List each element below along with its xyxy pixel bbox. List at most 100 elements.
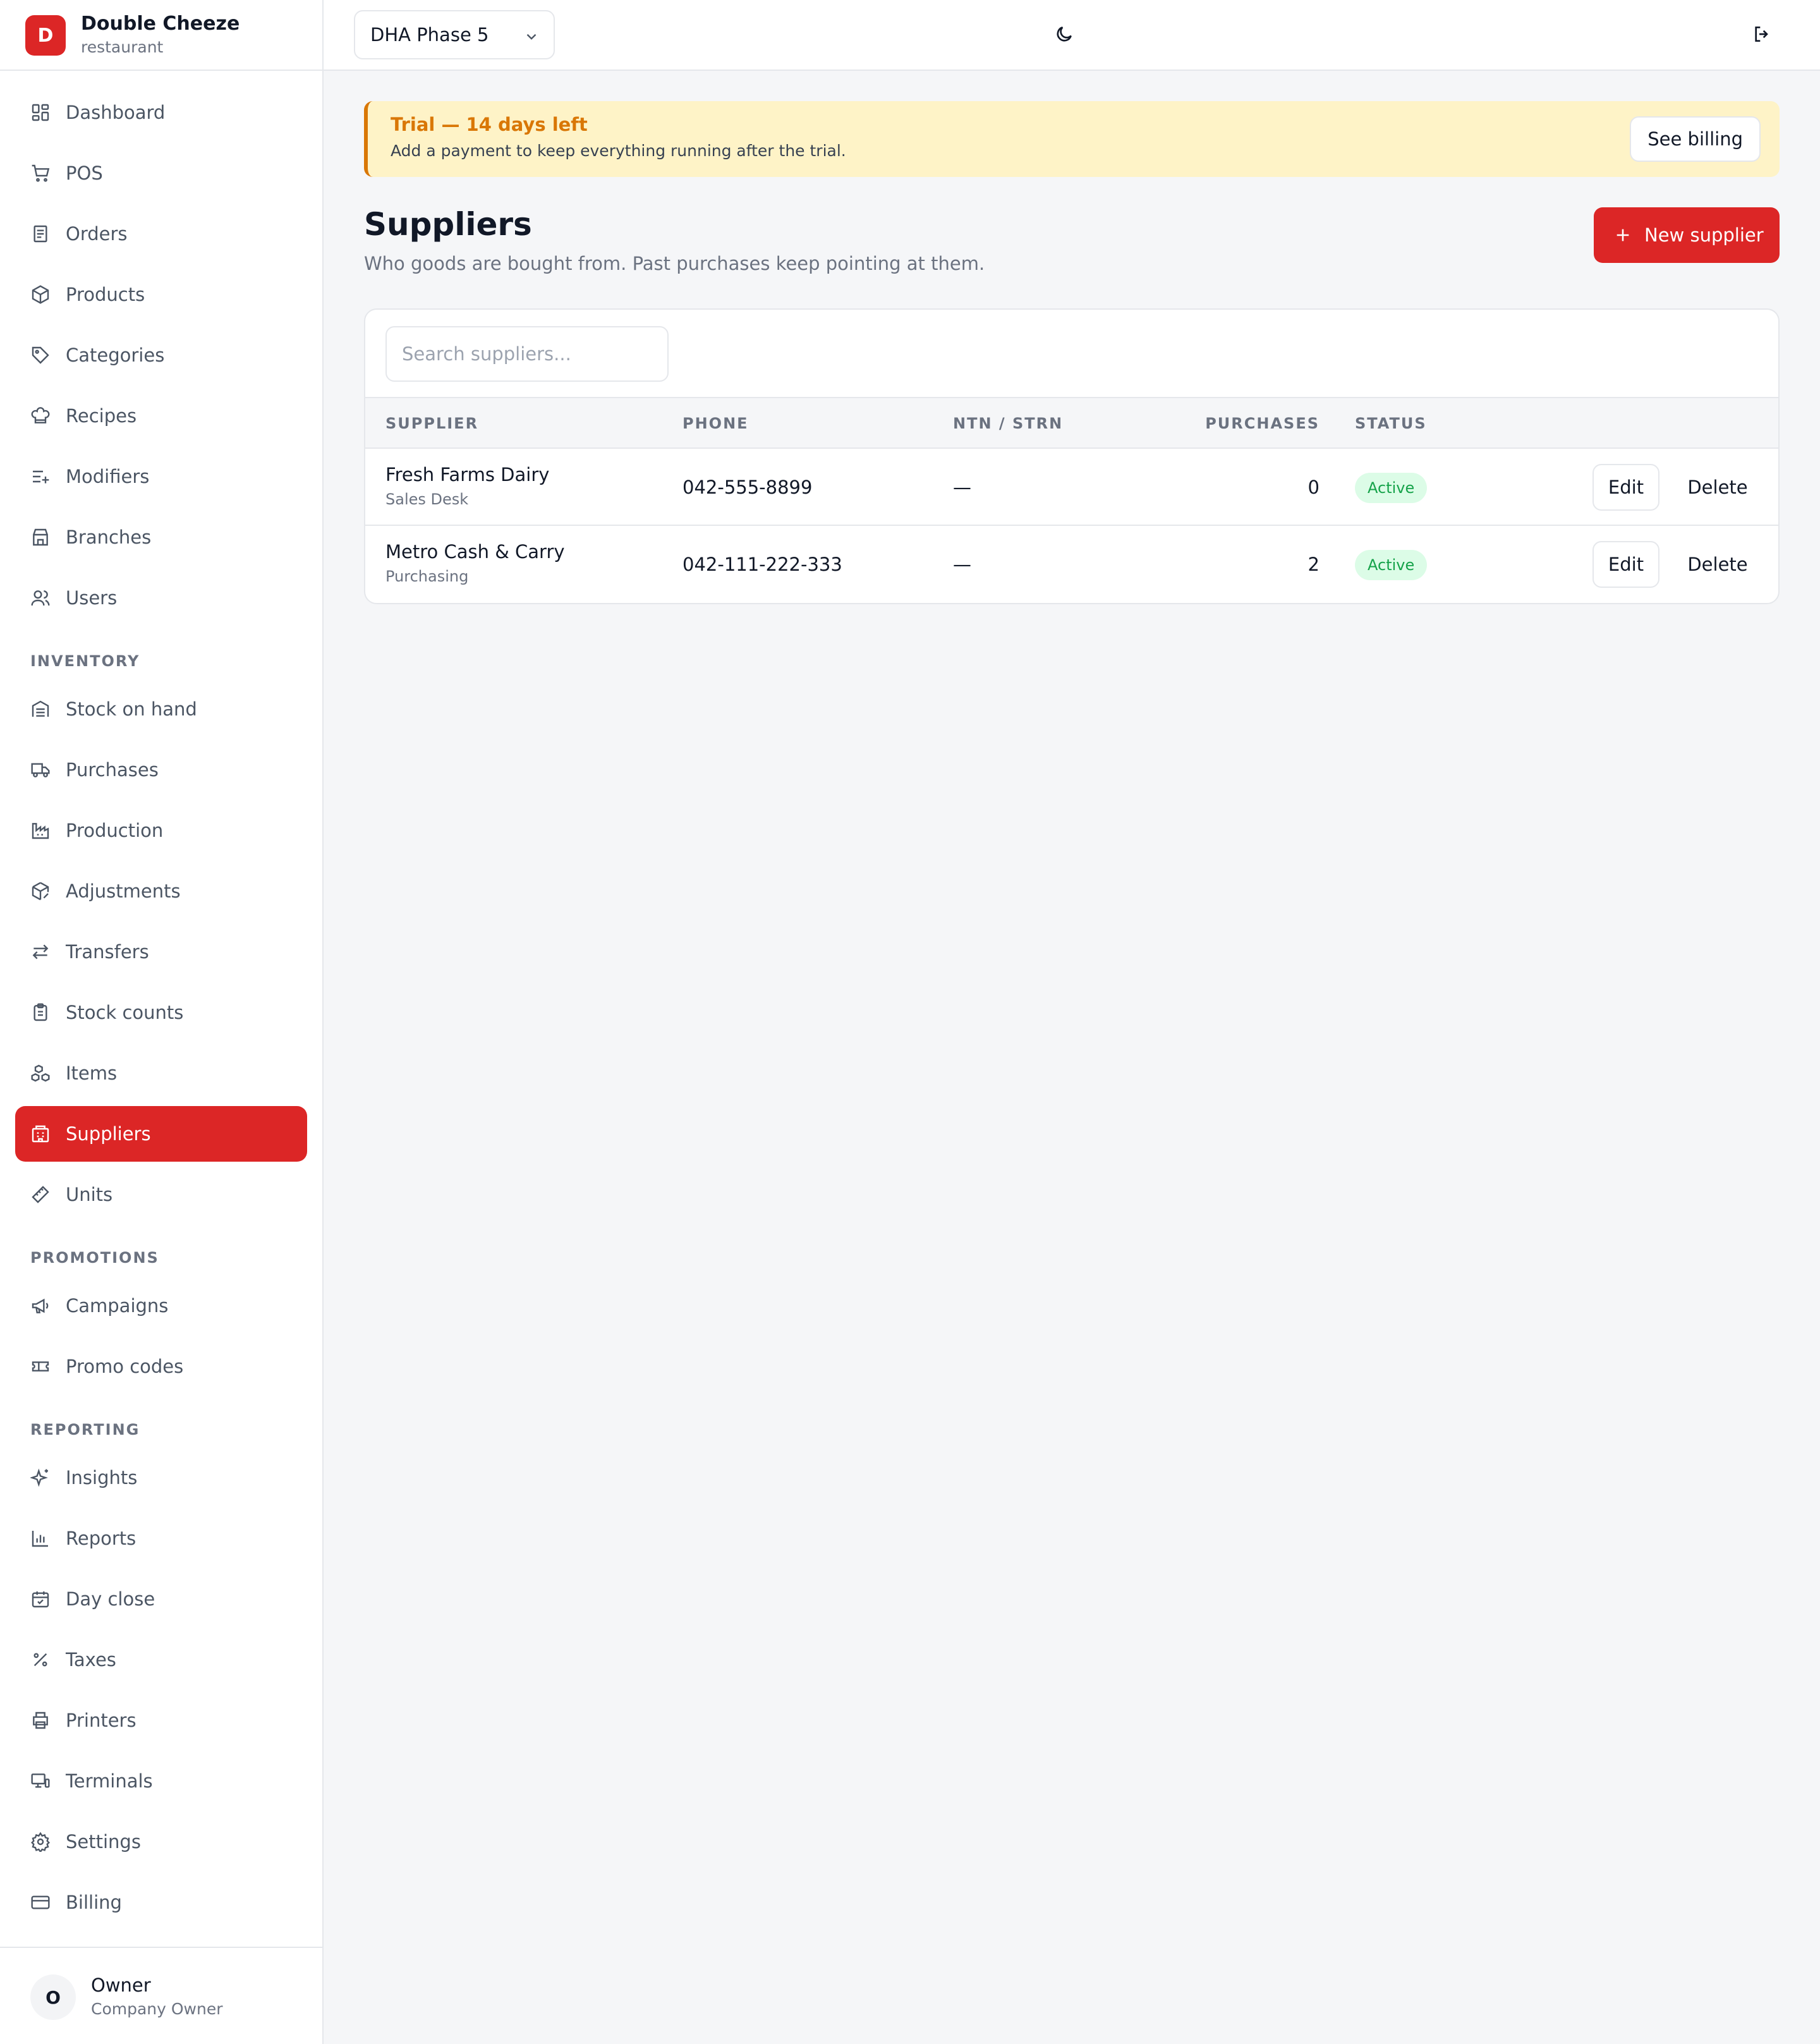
sidebar-item-printers[interactable]: Printers: [15, 1693, 307, 1748]
sidebar-item-modifiers[interactable]: Modifiers: [15, 449, 307, 504]
branch-select[interactable]: DHA Phase 5: [354, 10, 555, 59]
arrows-left-right-icon: [30, 942, 51, 962]
supplier-name: Metro Cash & Carry: [385, 541, 565, 563]
brand-logo: D: [25, 15, 66, 56]
sidebar-item-label: Stock counts: [66, 1002, 184, 1023]
truck-icon: [30, 760, 51, 780]
delete-button[interactable]: Delete: [1673, 541, 1762, 588]
percent-icon: [30, 1650, 51, 1670]
plus-icon: [1614, 226, 1632, 244]
megaphone-icon: [30, 1296, 51, 1316]
sidebar-item-label: Production: [66, 820, 164, 841]
supplier-contact: Purchasing: [385, 568, 469, 585]
sidebar-item-label: Units: [66, 1184, 113, 1205]
supplier-purchases: 0: [1307, 477, 1320, 498]
monitor-icon: [30, 1771, 51, 1791]
sidebar-item-products[interactable]: Products: [15, 267, 307, 322]
warehouse-icon: [30, 699, 51, 719]
store-icon: [30, 527, 51, 547]
status-badge: Active: [1355, 550, 1428, 580]
sparkles-icon: [30, 1468, 51, 1488]
sidebar-item-insights[interactable]: Insights: [15, 1450, 307, 1506]
column-header-ntn[interactable]: NTN / STRN: [953, 398, 1063, 449]
see-billing-button[interactable]: See billing: [1630, 116, 1761, 162]
brand: D Double Cheeze restaurant: [0, 0, 322, 71]
sidebar-item-recipes[interactable]: Recipes: [15, 388, 307, 444]
sidebar-item-promo-codes[interactable]: Promo codes: [15, 1339, 307, 1394]
sidebar-item-units[interactable]: Units: [15, 1167, 307, 1222]
ticket-icon: [30, 1356, 51, 1377]
sidebar-item-label: Reports: [66, 1528, 136, 1549]
user-name: Owner: [91, 1974, 151, 1996]
sidebar-item-label: Modifiers: [66, 466, 150, 487]
new-supplier-label: New supplier: [1644, 224, 1764, 246]
avatar: O: [30, 1974, 76, 2020]
supplier-purchases: 2: [1307, 554, 1320, 575]
factory-icon: [30, 820, 51, 841]
column-header-status[interactable]: STATUS: [1355, 398, 1427, 449]
sidebar-item-suppliers[interactable]: Suppliers: [15, 1106, 307, 1162]
new-supplier-button[interactable]: New supplier: [1594, 207, 1780, 263]
edit-button[interactable]: Edit: [1592, 464, 1659, 511]
supplier-phone: 042-555-8899: [682, 477, 813, 498]
page-title: Suppliers: [364, 206, 532, 243]
delete-button[interactable]: Delete: [1673, 464, 1762, 511]
sidebar-item-label: Insights: [66, 1467, 138, 1488]
credit-card-icon: [30, 1892, 51, 1913]
page-subtitle: Who goods are bought from. Past purchase…: [364, 253, 985, 274]
sidebar-item-orders[interactable]: Orders: [15, 206, 307, 262]
sidebar-item-label: Campaigns: [66, 1295, 169, 1317]
sidebar-item-label: Settings: [66, 1831, 141, 1852]
sidebar-item-label: Categories: [66, 344, 165, 366]
ruler-icon: [30, 1184, 51, 1205]
sidebar-item-label: Terminals: [66, 1770, 153, 1792]
column-header-purchases[interactable]: PURCHASES: [1205, 398, 1320, 449]
sidebar-item-settings[interactable]: Settings: [15, 1814, 307, 1870]
branch-select-value: DHA Phase 5: [370, 24, 489, 46]
user-profile[interactable]: O Owner Company Owner: [0, 1947, 322, 2044]
sidebar-item-taxes[interactable]: Taxes: [15, 1632, 307, 1688]
supplier-phone: 042-111-222-333: [682, 554, 842, 575]
sidebar-item-adjustments[interactable]: Adjustments: [15, 863, 307, 919]
list-plus-icon: [30, 466, 51, 487]
sidebar-item-label: Billing: [66, 1892, 122, 1913]
sidebar-item-stock-on-hand[interactable]: Stock on hand: [15, 681, 307, 737]
sidebar-item-categories[interactable]: Categories: [15, 327, 307, 383]
sidebar-item-campaigns[interactable]: Campaigns: [15, 1278, 307, 1334]
sidebar-item-label: POS: [66, 162, 103, 184]
sidebar-item-pos[interactable]: POS: [15, 145, 307, 201]
sidebar-item-branches[interactable]: Branches: [15, 509, 307, 565]
sidebar-item-label: Products: [66, 284, 145, 305]
sidebar-item-production[interactable]: Production: [15, 803, 307, 858]
column-header-phone[interactable]: PHONE: [682, 398, 749, 449]
sidebar-item-items[interactable]: Items: [15, 1045, 307, 1101]
sidebar-item-label: Recipes: [66, 405, 137, 427]
suppliers-table-card: SUPPLIER PHONE NTN / STRN PURCHASES STAT…: [364, 308, 1780, 604]
sidebar-item-billing[interactable]: Billing: [15, 1875, 307, 1930]
receipt-icon: [30, 224, 51, 244]
sidebar-item-transfers[interactable]: Transfers: [15, 924, 307, 980]
sidebar-item-users[interactable]: Users: [15, 570, 307, 626]
search-input[interactable]: [385, 326, 669, 382]
sidebar-item-stock-counts[interactable]: Stock counts: [15, 985, 307, 1040]
sidebar-item-purchases[interactable]: Purchases: [15, 742, 307, 798]
status-badge: Active: [1355, 473, 1428, 503]
dashboard-icon: [30, 102, 51, 123]
column-header-supplier[interactable]: SUPPLIER: [385, 398, 478, 449]
sidebar-item-reports[interactable]: Reports: [15, 1511, 307, 1566]
sidebar-item-day-close[interactable]: Day close: [15, 1571, 307, 1627]
trial-subtitle: Add a payment to keep everything running…: [391, 142, 846, 160]
sidebar-item-label: Printers: [66, 1710, 136, 1731]
sidebar-item-label: Suppliers: [66, 1123, 151, 1145]
topbar: DHA Phase 5: [324, 0, 1820, 71]
gear-icon: [30, 1832, 51, 1852]
bar-chart-icon: [30, 1528, 51, 1548]
sidebar-item-label: Promo codes: [66, 1356, 184, 1377]
sidebar-item-dashboard[interactable]: Dashboard: [15, 85, 307, 140]
logout-button[interactable]: [1744, 18, 1780, 53]
supplier-ntn: —: [953, 554, 971, 575]
sidebar-item-label: Taxes: [66, 1649, 116, 1670]
sidebar-item-terminals[interactable]: Terminals: [15, 1753, 307, 1809]
edit-button[interactable]: Edit: [1592, 541, 1659, 588]
theme-toggle-button[interactable]: [1046, 18, 1082, 53]
